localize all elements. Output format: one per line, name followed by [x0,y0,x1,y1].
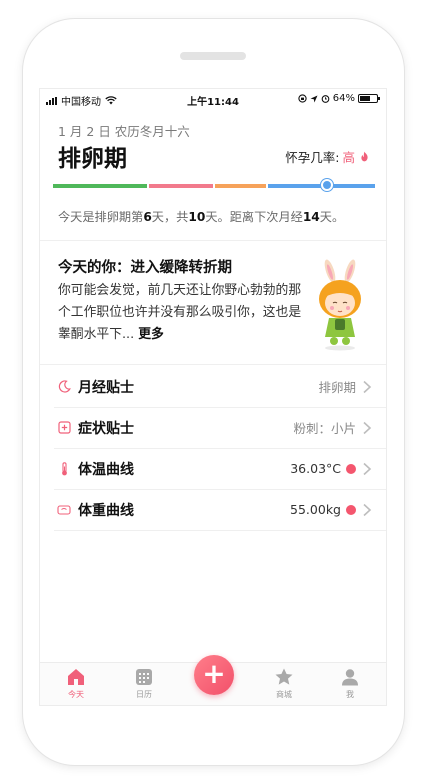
scale-icon [57,503,71,517]
weight-value: 55.00kg [290,502,341,517]
cycle-info-part: 天。 [319,210,345,224]
page-title: 排卵期 [58,146,127,172]
cycle-segment-follicular [149,184,213,188]
cycle-progress-bar [53,179,375,191]
cycle-day-number: 6 [143,210,152,224]
row-label: 症状贴士 [78,420,134,437]
row-symptom-tips[interactable]: 症状贴士 粉刺：小片 [40,407,386,448]
divider [40,364,386,365]
days-until-period: 14 [302,210,320,224]
tab-label: 日历 [136,690,152,699]
chevron-right-icon [363,380,372,393]
divider [54,530,386,531]
today-card-text: 你可能会发觉，前几天还让你野心勃勃的那个工作职位也许并没有那么吸引你，这也是睾酮… [58,283,302,342]
lock-rotation-icon [298,94,307,103]
home-icon [68,669,84,685]
row-label: 体温曲线 [78,461,134,478]
divider [40,240,386,241]
cycle-total-days: 10 [188,210,206,224]
pregnancy-rate: 怀孕几率: 高 [285,147,370,166]
battery-percent: 64% [332,93,355,104]
row-label: 体重曲线 [78,502,134,519]
chevron-right-icon [363,503,372,516]
pregnancy-rate-value: 高 [342,150,355,165]
status-bar: 中国移动 上午11:44 64% [40,89,386,109]
cycle-segment-ovulation [215,184,266,188]
tab-calendar[interactable]: 日历 [124,667,164,700]
thermometer-icon [57,461,71,476]
row-value: 36.03°C [290,461,356,476]
star-icon [275,668,293,685]
cycle-info-part: 天，共 [151,210,189,224]
row-menstrual-tips[interactable]: 月经贴士 排卵期 [40,366,386,407]
add-record-button[interactable]: + [194,655,234,695]
today-card-body: 你可能会发觉，前几天还让你野心勃勃的那个工作职位也许并没有那么吸引你，这也是睾酮… [58,280,310,346]
status-dot [346,504,356,515]
tab-bar: 今天 日历 + 商城 我 [40,655,386,705]
temperature-value: 36.03°C [290,461,341,476]
tab-label: 今天 [68,690,84,699]
date-label: 1 月 2 日 农历冬月十六 [58,124,190,139]
plus-box-icon [57,421,71,435]
cycle-segment-period [53,184,147,188]
chevron-right-icon [363,462,372,475]
bunny-mascot-illustration [319,259,361,351]
tab-me[interactable]: 我 [330,667,370,700]
row-value: 55.00kg [290,502,356,517]
status-dot [346,463,356,474]
tab-label: 商城 [276,690,292,699]
chevron-right-icon [363,421,372,434]
cycle-info-text: 今天是排卵期第6天，共10天。距离下次月经14天。 [58,207,344,225]
battery-fill [360,96,371,101]
battery-icon [358,94,380,103]
pregnancy-rate-label: 怀孕几率: [285,150,340,165]
moon-icon [57,380,71,394]
today-card-title: 今天的你：进入缓降转折期 [58,260,232,276]
user-icon [342,669,358,686]
status-right: 64% [298,93,380,104]
cycle-info-part: 今天是排卵期第 [58,210,144,224]
calendar-icon [136,669,152,685]
tab-mall[interactable]: 商城 [264,667,304,700]
flame-icon [361,151,368,162]
cycle-today-marker [321,179,333,191]
row-temperature-curve[interactable]: 体温曲线 36.03°C [40,448,386,489]
tab-label: 我 [346,690,354,699]
speaker-grille [180,52,246,60]
row-value: 粉刺：小片 [293,421,356,436]
row-weight-curve[interactable]: 体重曲线 55.00kg [40,489,386,530]
alarm-icon [321,95,330,103]
row-value: 排卵期 [318,380,356,395]
location-icon [310,95,318,102]
row-label: 月经贴士 [78,379,134,396]
more-link[interactable]: 更多 [138,327,164,342]
tab-today[interactable]: 今天 [56,667,96,700]
cycle-info-part: 天。距离下次月经 [205,210,303,224]
app-screen: 中国移动 上午11:44 64% 1 月 2 日 农历冬月十六 排卵期 怀孕几率… [39,88,387,706]
